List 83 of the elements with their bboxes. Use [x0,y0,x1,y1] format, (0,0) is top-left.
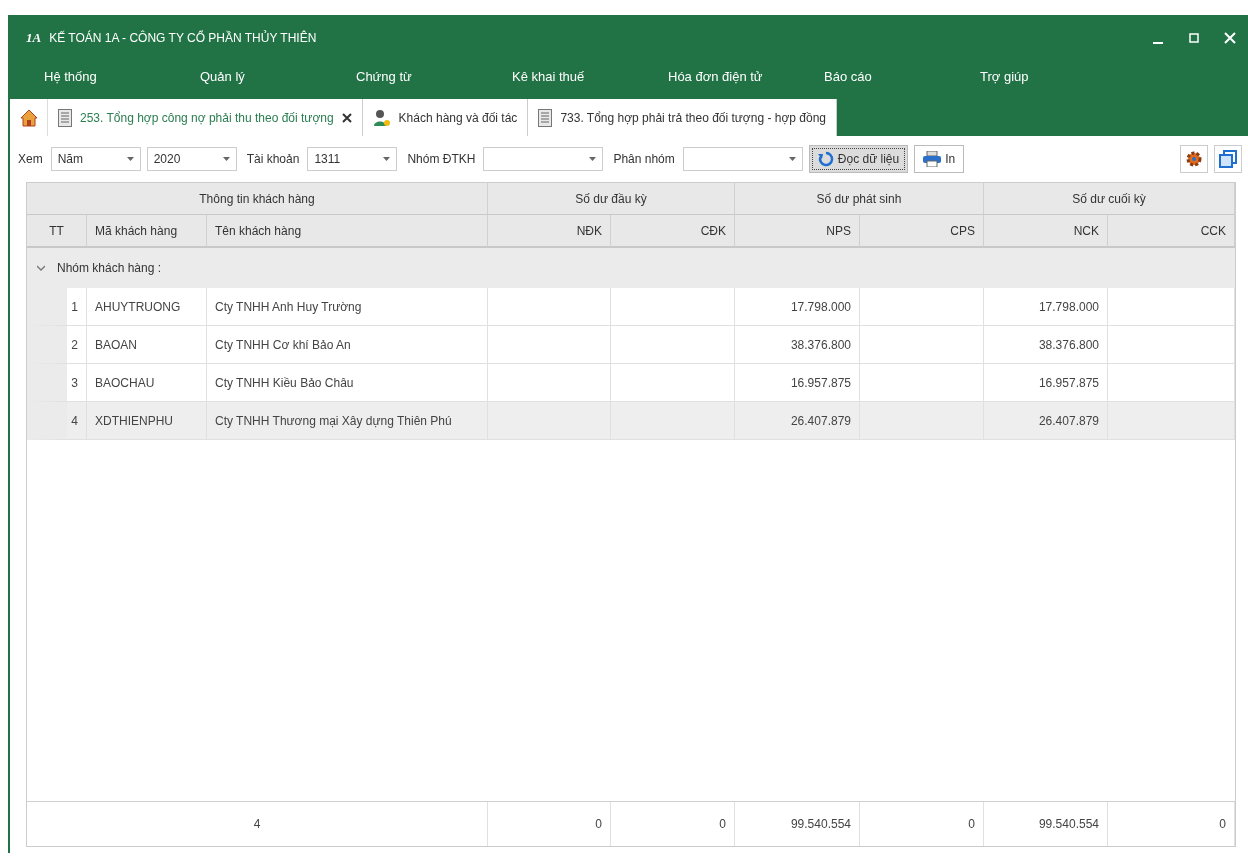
table-cell: 26.407.879 [984,402,1108,440]
table-cell: 16.957.875 [984,364,1108,402]
close-icon[interactable] [341,112,352,123]
table-cell: 38.376.800 [984,326,1108,364]
caret-icon [589,157,597,161]
filter-label: Tài khoản [246,152,300,166]
caret-icon [222,157,230,161]
printer-icon [923,151,942,167]
filter-label: Xem [18,152,43,166]
column-group-header: Số dư cuối kỳ [984,183,1235,215]
column-group-header: Thông tin khách hàng [27,183,488,215]
footer-total: 0 [860,802,984,846]
caret-icon [383,157,391,161]
gear-icon [1185,150,1203,168]
column-header[interactable]: CCK [1108,215,1235,247]
menu-item[interactable]: Báo cáo [816,62,972,90]
settings-button[interactable] [1180,145,1208,173]
column-group-header: Số dư phát sinh [735,183,984,215]
minimize-icon [1153,42,1163,44]
footer-total: 99.540.554 [984,802,1108,846]
table-cell: BAOCHAU [87,364,207,402]
dropdown[interactable]: 2020 [146,147,237,171]
home-button[interactable] [10,99,48,136]
chevron-icon[interactable] [37,264,45,272]
table-cell: BAOAN [87,326,207,364]
table-cell: 16.957.875 [735,364,860,402]
dropdown[interactable]: Năm [50,147,141,171]
menu-item[interactable]: Kê khai thuế [504,62,660,90]
column-header[interactable]: NĐK [488,215,611,247]
dropdown[interactable]: 1311 [307,147,398,171]
window-title: KẾ TOÁN 1A - CÔNG TY CỔ PHẦN THỦY THIÊN [49,31,318,45]
menu-item[interactable]: Hóa đơn điện tử [660,62,816,90]
column-header[interactable]: CPS [860,215,984,247]
column-header[interactable]: TT [27,215,87,247]
column-header[interactable]: Mã khách hàng [87,215,207,247]
table-cell: Cty TNHH Anh Huy Trường [207,288,488,326]
column-group-header: Số dư đầu kỳ [488,183,735,215]
menu-item[interactable]: Chứng từ [348,62,504,90]
app-logo: 1A [26,30,42,46]
group-row[interactable]: Nhóm khách hàng : [27,247,1235,288]
report-icon [58,108,72,127]
table-cell: 2 [27,326,87,364]
table-cell: XDTHIENPHU [87,402,207,440]
menu-item[interactable]: Hệ thống [36,62,192,90]
tab[interactable]: Khách hàng và đối tác [362,99,529,136]
table-cell: AHUYTRUONG [87,288,207,326]
column-header[interactable]: CĐK [611,215,735,247]
caret-icon [126,157,134,161]
footer-count: 4 [27,802,488,846]
filter-label: Nhóm ĐTKH [407,152,476,166]
footer-total: 0 [488,802,611,846]
refresh-icon [817,151,834,167]
caret-icon [788,157,796,161]
house-icon [19,108,38,127]
report-icon [538,108,553,127]
table-cell: 3 [27,364,87,402]
table-cell: 26.407.879 [735,402,860,440]
column-header[interactable]: NPS [735,215,860,247]
footer-total: 0 [611,802,735,846]
table-cell: Cty TNHH Cơ khí Bảo An [207,326,488,364]
column-header[interactable]: Tên khách hàng [207,215,488,247]
person-icon [372,108,391,127]
windows-icon [1219,150,1237,168]
windows-button[interactable] [1214,145,1242,173]
footer-total: 99.540.554 [735,802,860,846]
table-cell: Cty TNHH Kiều Bảo Châu [207,364,488,402]
table-cell: 1 [27,288,87,326]
print-button[interactable]: In [914,145,965,173]
footer-total: 0 [1108,802,1235,846]
filter-label: Phân nhóm [613,152,675,166]
column-header[interactable]: NCK [984,215,1108,247]
maximize-icon [1188,32,1200,44]
table-cell: 4 [27,402,87,440]
table-cell: 38.376.800 [735,326,860,364]
load-data-button[interactable]: Đọc dữ liệu [808,145,909,173]
table-cell: Cty TNHH Thương mại Xây dựng Thiên Phú [207,402,488,440]
close-icon [1224,32,1236,44]
menu-item[interactable]: Trợ giúp [972,62,1128,90]
tab[interactable]: 253. Tổng hợp công nợ phải thu theo đối tượng [48,99,363,136]
table-cell: 17.798.000 [984,288,1108,326]
tab[interactable]: 733. Tổng hợp phải trả theo đối tượng - hợp đồng [528,99,837,136]
menu-item[interactable]: Quản lý [192,62,348,90]
table-cell: 17.798.000 [735,288,860,326]
